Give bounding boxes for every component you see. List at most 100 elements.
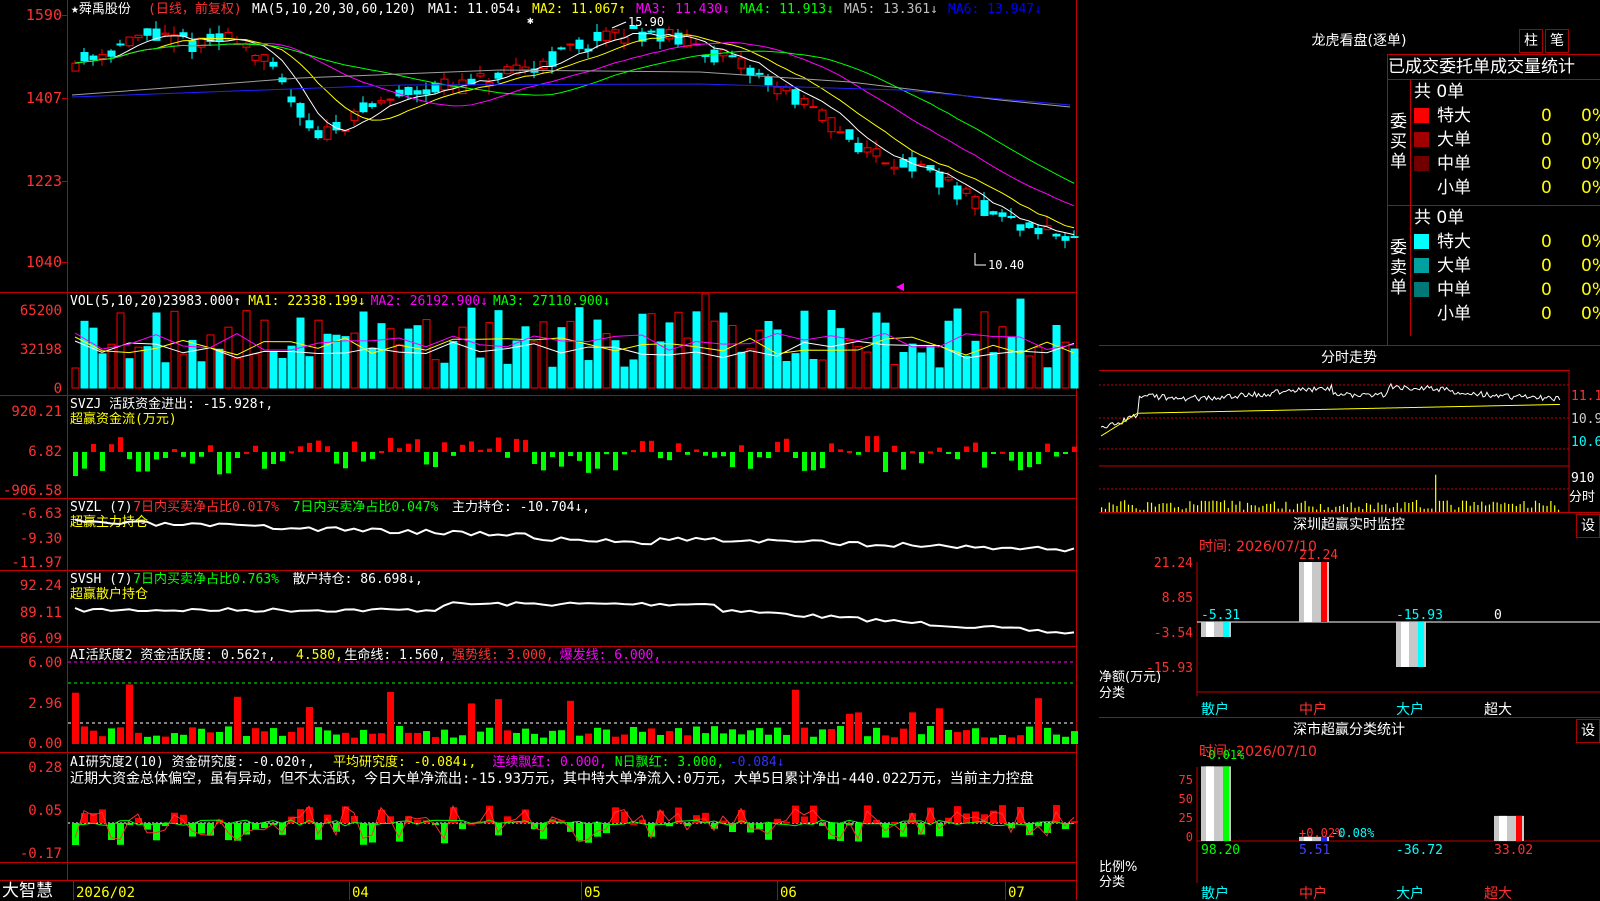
activity-bar — [261, 731, 268, 744]
intraday-volume-bar — [1385, 504, 1387, 512]
class-tick: 25 — [1179, 811, 1193, 825]
sz-class-settings-button[interactable]: 设 — [1576, 719, 1600, 743]
activity-bar — [153, 735, 160, 744]
volume-bar — [953, 308, 962, 389]
sell-pct-3: 0% — [1581, 304, 1600, 324]
volume-bar — [530, 341, 539, 389]
bar-mode-button[interactable]: 柱 — [1519, 29, 1543, 53]
vol-header-2: MA1: 22338.199↓ — [248, 294, 365, 309]
activity-bar — [495, 699, 502, 744]
fund-flow-bar — [577, 452, 582, 461]
activity-bar — [945, 729, 952, 744]
activity-bar — [801, 727, 808, 744]
volume-bar — [872, 312, 881, 389]
intraday-volume-bar — [1246, 502, 1249, 512]
candle — [134, 34, 143, 39]
class-tick: 75 — [1179, 773, 1193, 787]
activity-bar — [369, 733, 376, 744]
swatch-sell-0 — [1414, 234, 1429, 249]
activity-bar — [891, 737, 898, 744]
intraday-panel: 分时走势 11.14 10.90 10.66 910 分时 — [1099, 345, 1600, 513]
candle — [296, 103, 305, 118]
ma30-line — [74, 43, 1075, 184]
ma-legend-5: MA4: 11.913↓ — [740, 2, 834, 17]
buy-name-3: 小单 — [1437, 178, 1471, 198]
intraday-volume-bar — [1408, 502, 1410, 512]
activity-bar — [630, 726, 637, 744]
volume-bar — [377, 323, 386, 389]
svzl-header-2: 7日内买卖净占比0.047% — [293, 499, 439, 515]
activity-bar — [693, 726, 700, 744]
sell-name-1: 大单 — [1437, 256, 1471, 276]
fund-flow-bar — [712, 452, 717, 458]
activity-bar — [126, 684, 133, 744]
candle — [836, 131, 845, 134]
fund-flow-bar — [388, 437, 393, 452]
ma-legend-7: MA6: 13.947↓ — [948, 2, 1042, 17]
volume-bar — [890, 364, 899, 389]
candle — [755, 72, 764, 75]
fund-flow-bar — [946, 452, 951, 454]
intraday-volume-bar — [1404, 502, 1406, 512]
fund-flow-bar — [1009, 452, 1014, 461]
intraday-volume-bar — [1131, 504, 1133, 512]
order-stat-tabs[interactable]: 已成交委托单成交量统计 — [1387, 54, 1600, 80]
intraday-volume-bar — [1511, 503, 1514, 512]
sell-pct-2: 0% — [1581, 280, 1600, 300]
volume-bar — [881, 322, 890, 389]
fund-flow-bar — [352, 441, 357, 452]
candle — [143, 28, 152, 36]
date-label: 04 — [352, 885, 369, 900]
fund-flow-bar — [316, 440, 321, 452]
fund-flow-bar — [1027, 452, 1032, 468]
intraday-volume-bar — [1212, 500, 1214, 512]
pen-mode-button[interactable]: 笔 — [1545, 29, 1569, 53]
volume-bar — [593, 319, 602, 389]
ma120-line — [71, 83, 1071, 106]
monitor-value-3: 0 — [1494, 608, 1502, 623]
activity-bar — [432, 737, 439, 744]
date-tick — [1005, 880, 1006, 900]
candle — [1061, 236, 1070, 241]
activity-bar — [576, 735, 583, 744]
sz-class-chart[interactable]: 7550250比例%分类98.20散户-0.01%5.51中户+0.02%-36… — [1099, 741, 1600, 901]
monitor-cat-0: 散户 — [1201, 701, 1229, 718]
monitor-cat-3: 超大 — [1484, 702, 1512, 718]
volume-bar — [728, 324, 737, 389]
fund-flow-bar — [586, 452, 591, 473]
volume-bar — [602, 333, 611, 389]
ma10-line — [74, 34, 1075, 229]
dragon-title: 龙虎看盘(逐单) — [1311, 33, 1407, 49]
fund-flow-bar — [496, 437, 501, 452]
research-bar — [1035, 823, 1042, 827]
fund-flow-bar — [487, 448, 492, 452]
research-bar — [243, 823, 250, 835]
fund-flow-bar — [604, 452, 609, 455]
activity-bar — [711, 726, 718, 744]
fund-flow-bar — [190, 452, 195, 464]
monitor-bar-shine — [1304, 562, 1312, 622]
buy-pct-0: 0% — [1581, 106, 1600, 126]
sz-monitor-settings-button[interactable]: 设 — [1576, 514, 1600, 538]
fund-flow-bar — [568, 452, 573, 457]
volume-bar — [791, 353, 800, 389]
fund-flow-bar — [298, 446, 303, 452]
sell-count-0: 0 — [1541, 232, 1552, 252]
candle — [728, 55, 737, 58]
main-chart-area[interactable]: ★舜禹股份 (日线，前复权) MA(5,10,20,30,60,120) MA1: 1… — [0, 0, 1100, 900]
activity-bar — [441, 729, 448, 744]
volume-bar — [143, 346, 152, 389]
sz-monitor-chart[interactable]: 21.24 8.85 -3.54 -15.93 净额(万元)分类 -5.31 散户 21.24… — [1099, 536, 1600, 718]
activity-bar — [342, 732, 349, 744]
svzl-tick: -11.97 — [11, 555, 62, 571]
volume-bar — [809, 358, 818, 389]
buy-label: 委买单 — [1390, 112, 1407, 172]
fund-flow-bar — [1072, 446, 1077, 452]
candle — [791, 89, 800, 105]
intraday-chart[interactable]: 11.14 10.90 10.66 910 分时 — [1099, 370, 1600, 513]
volume-bar — [1052, 324, 1061, 389]
fund-flow-bar — [424, 452, 429, 465]
candle — [1025, 222, 1034, 228]
candle — [1016, 224, 1025, 231]
activity-bar — [864, 736, 871, 744]
